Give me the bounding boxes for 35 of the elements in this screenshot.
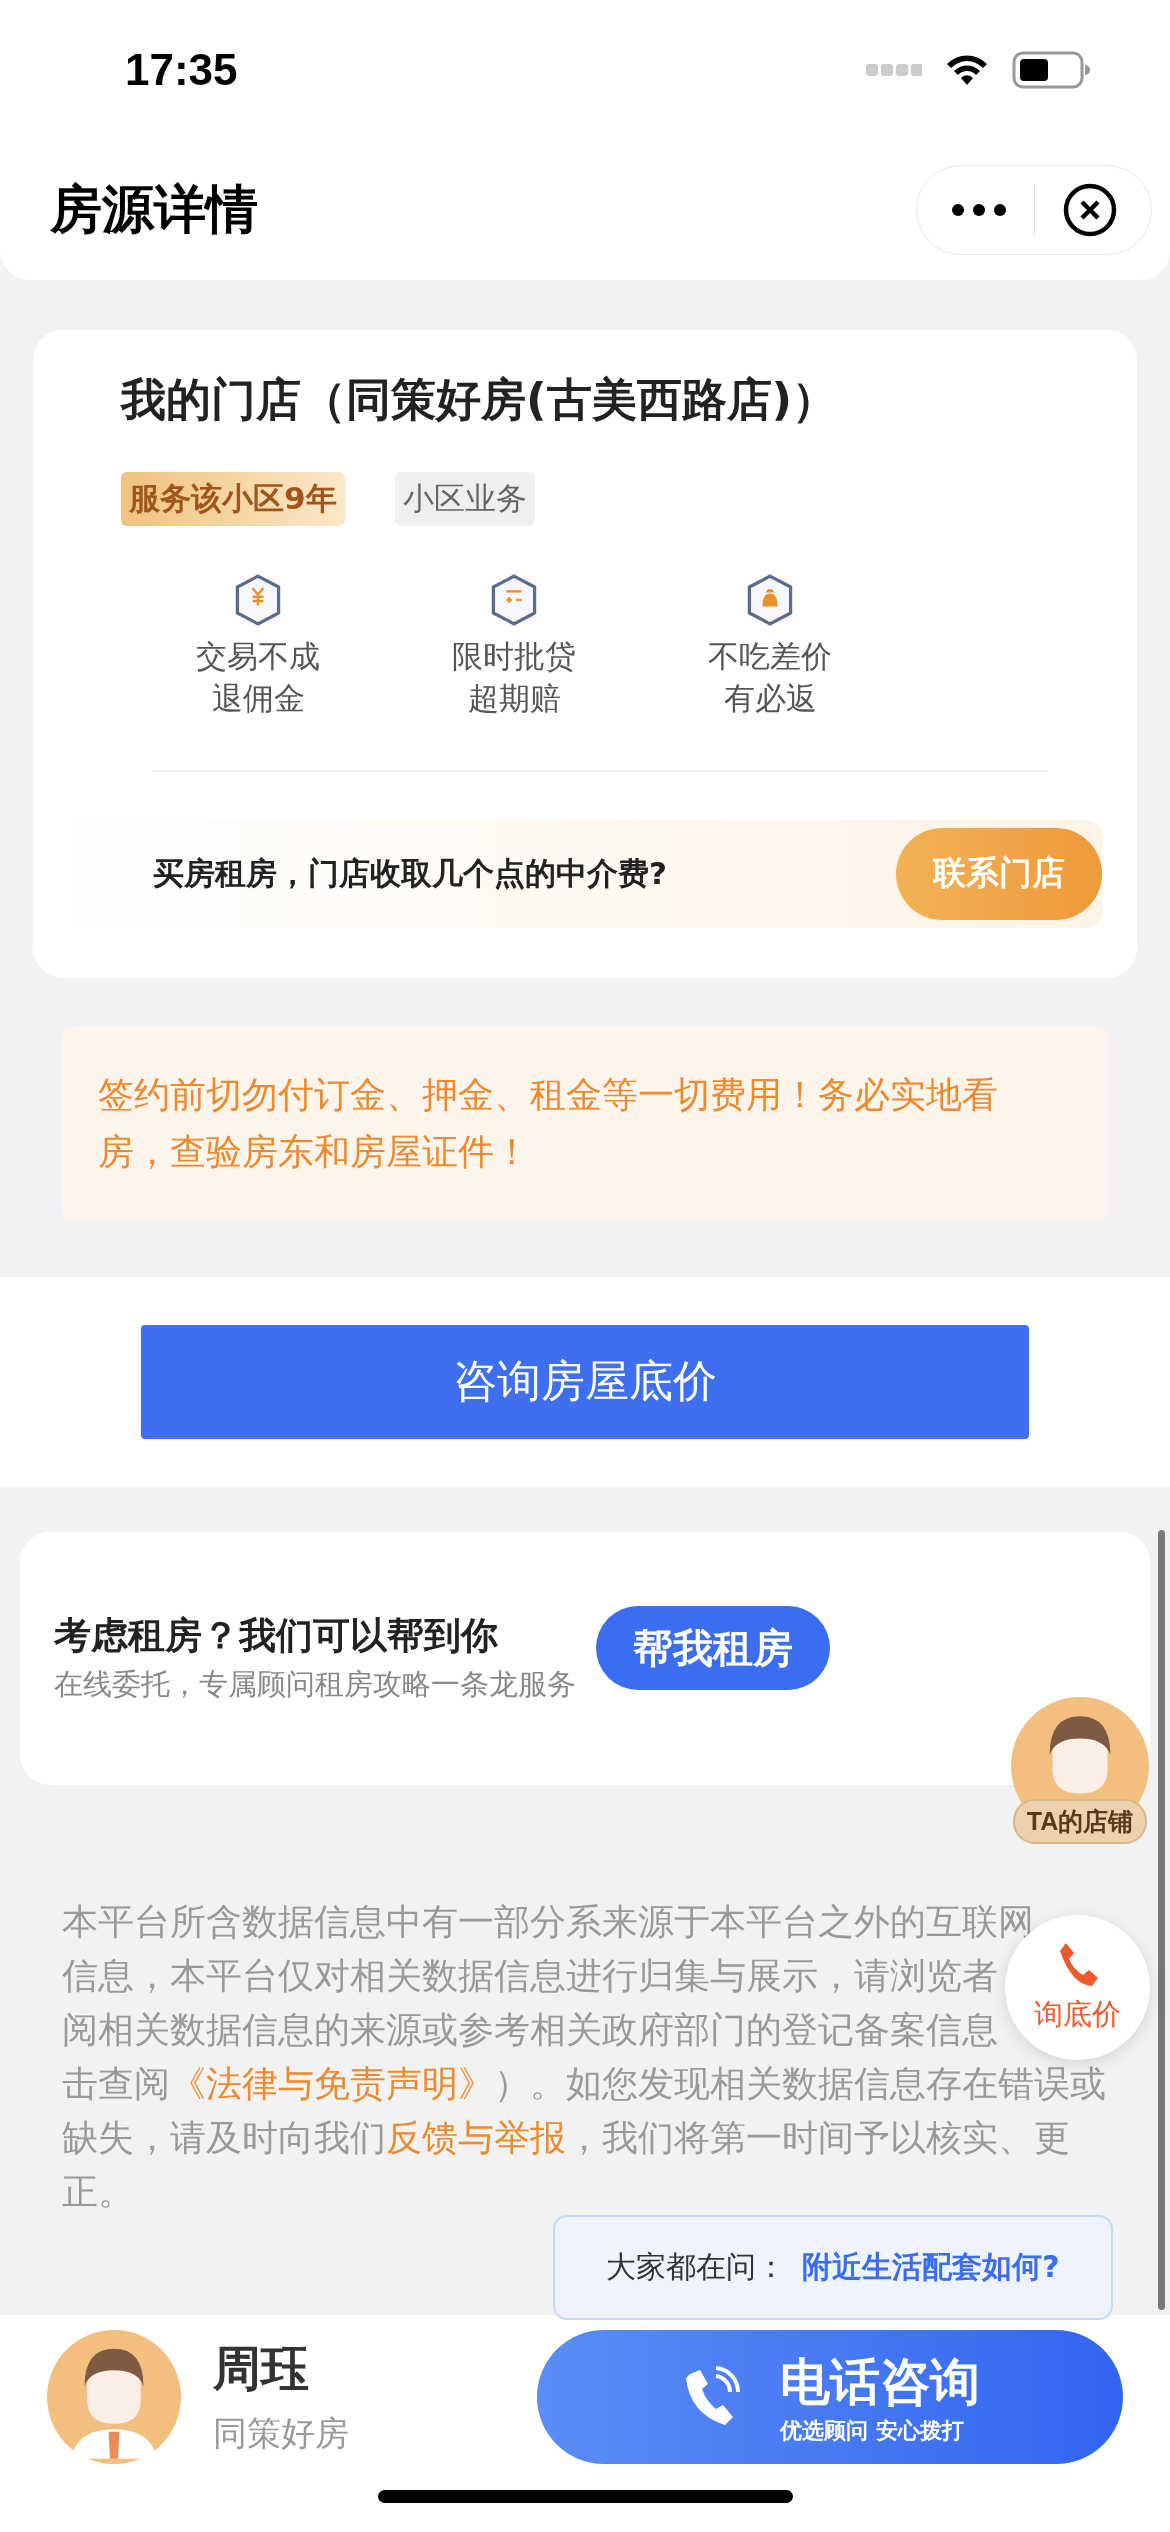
guarantee-label: 限时批贷 超期赔	[452, 637, 576, 718]
consult-price-button[interactable]: 咨询房屋底价	[141, 1324, 1029, 1439]
close-icon[interactable]	[1063, 183, 1118, 237]
disclaimer-line: 缺失，请及时向我们反馈与举报，我们将第一时间予以核实、更	[62, 2115, 1070, 2160]
avatar-icon	[47, 2330, 181, 2464]
guarantee-label: 不吃差价 有必返	[708, 637, 832, 718]
phone-consult-button[interactable]: 电话咨询 优选顾问 安心拨打	[537, 2330, 1123, 2464]
fee-question: 买房租房，门店收取几个点的中介费?	[153, 853, 667, 893]
shop-button[interactable]: TA的店铺	[1005, 1697, 1155, 1845]
agent-name: 周珏	[213, 2339, 310, 2398]
status-time: 17:35	[125, 45, 238, 95]
store-tag: 服务该小区9年	[121, 472, 345, 526]
disclaimer-link[interactable]: 《法律与免责声明》	[170, 2062, 494, 2104]
disclaimer-line: 信息，本平台仅对相关数据信息进行归集与展示，请浏览者	[62, 1953, 998, 1998]
disclaimer-line: 正。	[62, 2169, 134, 2214]
signal-icon	[866, 63, 922, 77]
rent-subtitle: 在线委托，专属顾问租房攻略一条龙服务	[54, 1666, 576, 1704]
contact-store-button[interactable]: 联系门店	[896, 827, 1102, 920]
plus-minus-shield-icon	[490, 574, 538, 626]
yuan-shield-icon	[234, 574, 282, 626]
disclaimer-line: 阅相关数据信息的来源或参考相关政府部门的登记备案信息	[62, 2007, 998, 2052]
rent-title: 考虑租房？我们可以帮到你	[54, 1613, 499, 1660]
tooltip-prefix: 大家都在问：	[606, 2248, 787, 2286]
tooltip-question[interactable]: 附近生活配套如何?	[802, 2247, 1060, 2288]
help-rent-button[interactable]: 帮我租房	[596, 1606, 830, 1691]
guarantee-label: 交易不成 退佣金	[196, 637, 320, 718]
disclaimer-link[interactable]: 反馈与举报	[386, 2116, 566, 2158]
disclaimer-line: 击查阅《法律与免责声明》）。如您发现相关数据信息存在错误或	[62, 2061, 1106, 2106]
store-tag: 小区业务	[394, 472, 535, 526]
page-title: 房源详情	[50, 178, 258, 241]
store-title: 我的门店（同策好房(古美西路店)）	[119, 372, 839, 428]
safety-warning: 签约前切勿付订金、押金、租金等一切费用！务必实地看房，查验房东和房屋证件！	[62, 1025, 1108, 1221]
more-icon[interactable]	[950, 203, 1007, 217]
battery-icon	[1012, 51, 1090, 89]
agent-company: 同策好房	[213, 2412, 349, 2455]
